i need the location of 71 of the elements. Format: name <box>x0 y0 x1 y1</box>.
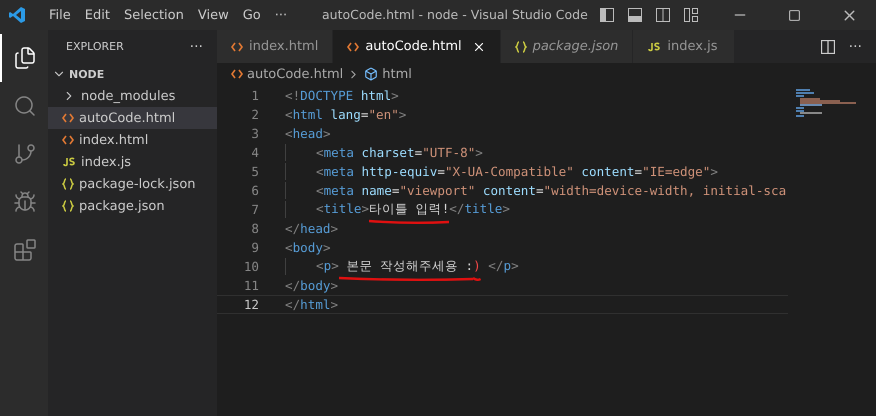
code-line: <head> <box>285 126 331 141</box>
explorer-entry[interactable]: package.json <box>48 195 217 217</box>
branch-icon <box>13 142 37 166</box>
line-number: 10 <box>242 259 260 274</box>
code-line: </head> <box>285 221 338 236</box>
editor-tab[interactable]: index.html <box>217 30 334 63</box>
bug-icon <box>13 190 37 214</box>
curly-braces-icon <box>514 40 527 52</box>
code-brackets-icon <box>231 42 243 52</box>
editor-tab[interactable]: autoCode.html <box>333 30 501 63</box>
code-line: <title>타이틀 입력!</title> <box>316 201 510 218</box>
explorer-entry[interactable]: autoCode.html <box>48 107 217 129</box>
code-line: <meta charset="UTF-8"> <box>316 145 483 160</box>
line-number: 4 <box>250 145 260 160</box>
menu-item[interactable]: Edit <box>78 8 117 22</box>
menu-item[interactable]: Selection <box>116 8 191 22</box>
breadcrumb-item[interactable]: html <box>364 66 412 82</box>
code-brackets-icon <box>62 113 74 123</box>
line-number: 1 <box>250 88 260 103</box>
search-icon <box>13 94 37 118</box>
grid-layout-icon[interactable] <box>684 8 698 22</box>
menu-item[interactable]: View <box>190 8 236 22</box>
more-actions-button[interactable]: ··· <box>190 38 203 54</box>
app-logo <box>8 6 26 24</box>
code-line: </html> <box>285 297 338 312</box>
menu-item[interactable]: Go <box>236 8 268 22</box>
code-line: </body> <box>285 278 338 293</box>
cube-icon <box>364 67 378 81</box>
split-editor-icon[interactable] <box>820 40 835 54</box>
menu-item[interactable]: File <box>42 8 78 22</box>
line-number: 2 <box>250 107 260 122</box>
line-number: 8 <box>250 221 260 236</box>
code-line: <meta name="viewport" content="width=device-width, initial-sca <box>316 183 786 198</box>
sidebar-title: EXPLORER <box>66 40 124 53</box>
line-number: 3 <box>250 126 260 141</box>
window-title: autoCode.html - node - Visual Studio Code <box>322 7 588 22</box>
code-line: <!DOCTYPE html> <box>285 88 399 103</box>
maximize-icon[interactable] <box>788 8 801 22</box>
curly-braces-icon <box>62 178 74 190</box>
minimap-drawing <box>796 89 856 117</box>
folder-header[interactable]: NODE <box>48 63 217 85</box>
code-brackets-icon <box>347 42 360 52</box>
files-icon <box>13 46 37 70</box>
explorer-entry[interactable]: index.html <box>48 129 217 151</box>
explorer-entry[interactable]: index.js <box>48 151 217 173</box>
line-number: 12 <box>242 297 260 312</box>
editor-tab[interactable]: package.json <box>500 30 634 63</box>
panel-layout-icon[interactable] <box>628 8 642 22</box>
line-number: 11 <box>242 278 260 293</box>
line-number: 5 <box>250 164 260 179</box>
code-line: <body> <box>285 240 331 255</box>
split-layout-icon[interactable] <box>656 8 670 22</box>
js-icon <box>647 42 662 52</box>
explorer-entry[interactable]: package-lock.json <box>48 173 217 195</box>
js-icon <box>62 157 76 167</box>
sidebar-layout-icon[interactable] <box>600 8 614 22</box>
line-number: 6 <box>250 183 260 198</box>
code-line: <html lang="en"> <box>285 107 406 122</box>
menu-item[interactable]: ··· <box>268 8 294 22</box>
code-brackets-icon <box>231 69 243 79</box>
code-line: <p> 본문 작성해주세용 :) </p> <box>316 258 519 275</box>
line-number: 7 <box>250 202 260 217</box>
breadcrumb-item[interactable]: autoCode.html <box>231 66 344 82</box>
code-line: <meta http-equiv="X-UA-Compatible" content="IE=edge"> <box>316 164 718 179</box>
line-number: 9 <box>250 240 260 255</box>
more-actions-button[interactable]: ··· <box>848 38 862 54</box>
extensions-icon <box>13 238 37 262</box>
code-brackets-icon <box>62 135 74 145</box>
editor-tab[interactable]: index.js <box>633 30 736 63</box>
curly-braces-icon <box>62 200 74 212</box>
explorer-entry[interactable]: node_modules <box>48 85 217 107</box>
